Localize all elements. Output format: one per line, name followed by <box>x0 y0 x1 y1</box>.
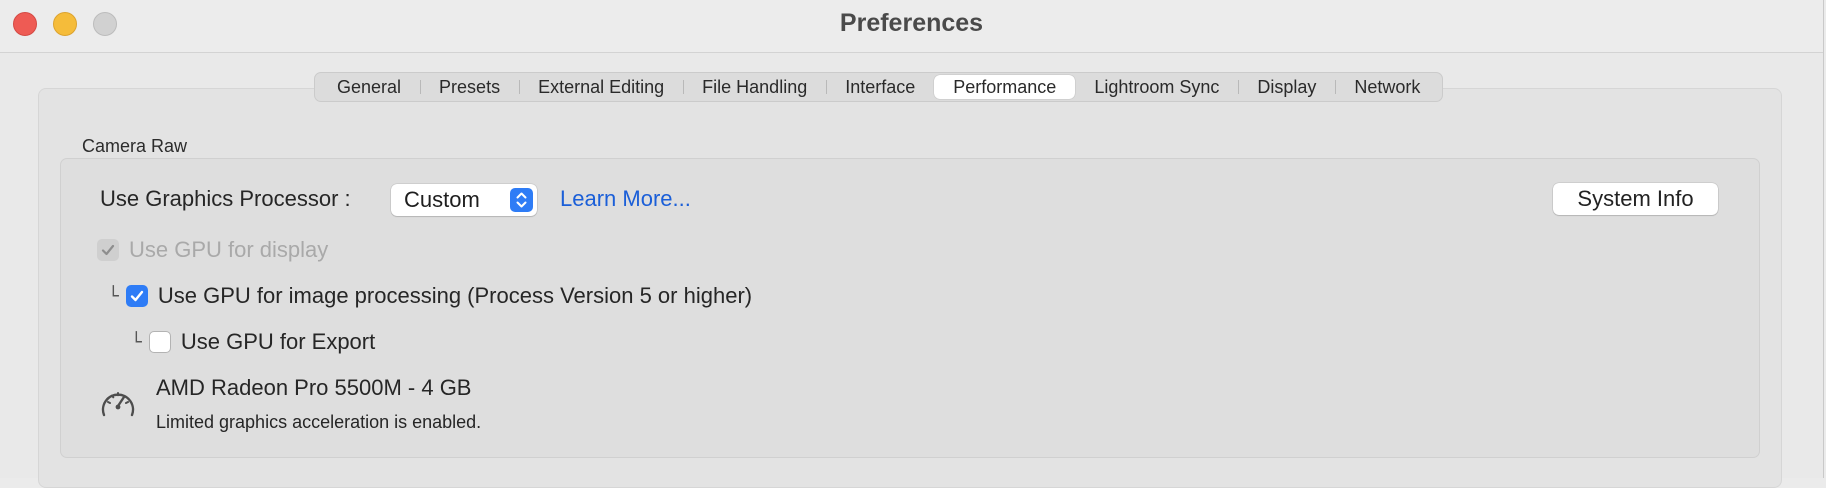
preferences-tab-bar: General Presets External Editing File Ha… <box>314 72 1444 102</box>
gpu-status: Limited graphics acceleration is enabled… <box>156 412 482 432</box>
tree-connector: └ <box>131 331 142 353</box>
gpu-name: AMD Radeon Pro 5500M - 4 GB <box>156 375 472 400</box>
gauge-icon <box>100 386 136 425</box>
tab-general[interactable]: General <box>318 75 420 99</box>
tab-interface[interactable]: Interface <box>826 75 934 99</box>
graphics-processor-label: Use Graphics Processor : <box>100 186 351 211</box>
gpu-display-option: Use GPU for display <box>97 237 328 263</box>
preferences-window: Preferences General Presets External Edi… <box>0 0 1824 488</box>
gpu-export-checkbox[interactable] <box>148 331 171 353</box>
tab-lightroom-sync[interactable]: Lightroom Sync <box>1075 75 1238 99</box>
tab-network[interactable]: Network <box>1335 75 1439 99</box>
camera-raw-group-label: Camera Raw <box>82 136 188 156</box>
tab-file-handling[interactable]: File Handling <box>683 75 826 99</box>
tab-performance[interactable]: Performance <box>934 75 1076 99</box>
gpu-image-processing-option: └ Use GPU for image processing (Process … <box>108 283 752 309</box>
window-title: Preferences <box>839 9 984 37</box>
title-bar: Preferences <box>0 0 1823 53</box>
gpu-display-label: Use GPU for display <box>129 237 329 262</box>
tab-presets[interactable]: Presets <box>420 75 519 99</box>
learn-more-link[interactable]: Learn More... <box>560 186 691 212</box>
tab-display[interactable]: Display <box>1238 75 1335 99</box>
system-info-button[interactable]: System Info <box>1553 183 1718 215</box>
gpu-image-processing-checkbox[interactable] <box>125 285 148 307</box>
chevron-updown-icon <box>510 188 533 212</box>
gpu-display-checkbox[interactable] <box>97 239 119 261</box>
gpu-image-processing-label: Use GPU for image processing (Process Ve… <box>157 283 753 308</box>
graphics-processor-value: Custom <box>404 187 480 212</box>
gpu-export-option: └ Use GPU for Export <box>131 329 375 355</box>
gpu-export-label: Use GPU for Export <box>180 329 376 354</box>
graphics-processor-select[interactable]: Custom <box>391 184 537 216</box>
tab-external-editing[interactable]: External Editing <box>519 75 683 99</box>
tree-connector: └ <box>108 285 119 307</box>
